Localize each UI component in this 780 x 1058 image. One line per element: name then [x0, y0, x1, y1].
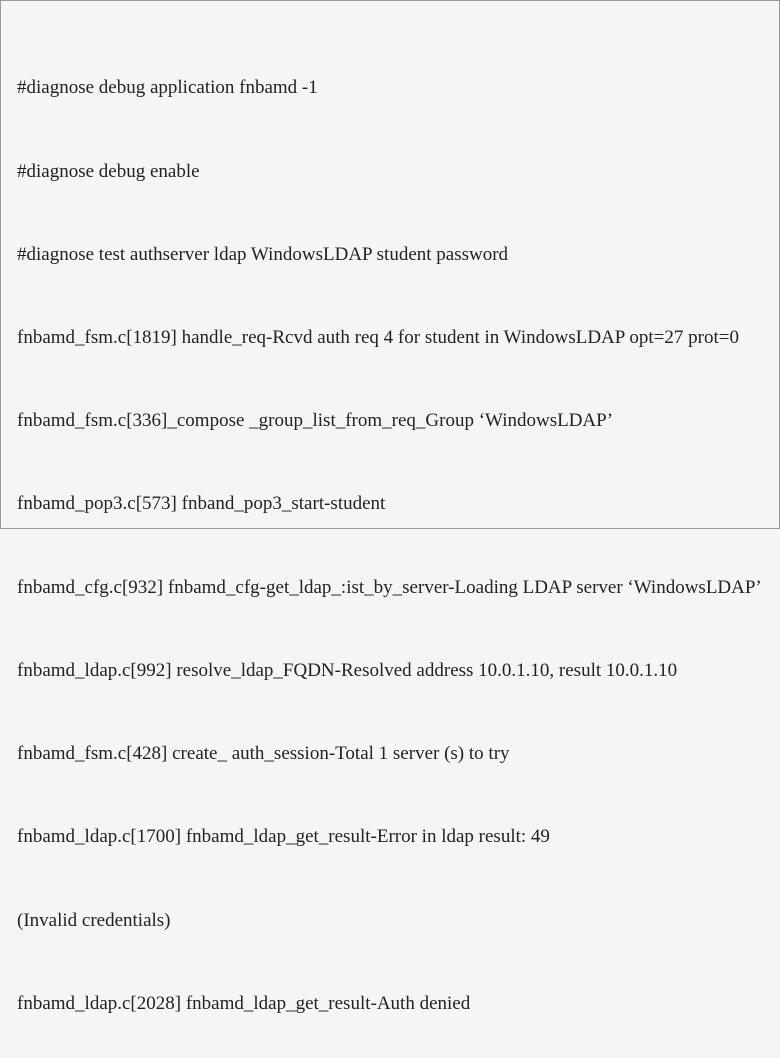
- log-line: fnbamd_ldap.c[992] resolve_ldap_FQDN-Res…: [17, 657, 763, 685]
- log-line: fnbamd_pop3.c[573] fnband_pop3_start-stu…: [17, 490, 763, 518]
- log-line: fnbamd_ldap.c[1700] fnbamd_ldap_get_resu…: [17, 823, 763, 851]
- log-line: fnbamd_cfg.c[932] fnbamd_cfg-get_ldap_:i…: [17, 574, 763, 602]
- log-line: fnbamd_fsm.c[428] create_ auth_session-T…: [17, 740, 763, 768]
- log-line: fnbamd_ldap.c[2028] fnbamd_ldap_get_resu…: [17, 990, 763, 1018]
- log-line: fnbamd_fsm.c[336]_compose _group_list_fr…: [17, 407, 763, 435]
- log-line: (Invalid credentials): [17, 907, 763, 935]
- debug-log-output: #diagnose debug application fnbamd -1 #d…: [17, 19, 763, 1058]
- log-line: fnbamd_fsm.c[1819] handle_req-Rcvd auth …: [17, 324, 763, 352]
- log-line: #diagnose debug enable: [17, 158, 763, 186]
- log-line: #diagnose test authserver ldap WindowsLD…: [17, 241, 763, 269]
- log-line: #diagnose debug application fnbamd -1: [17, 74, 763, 102]
